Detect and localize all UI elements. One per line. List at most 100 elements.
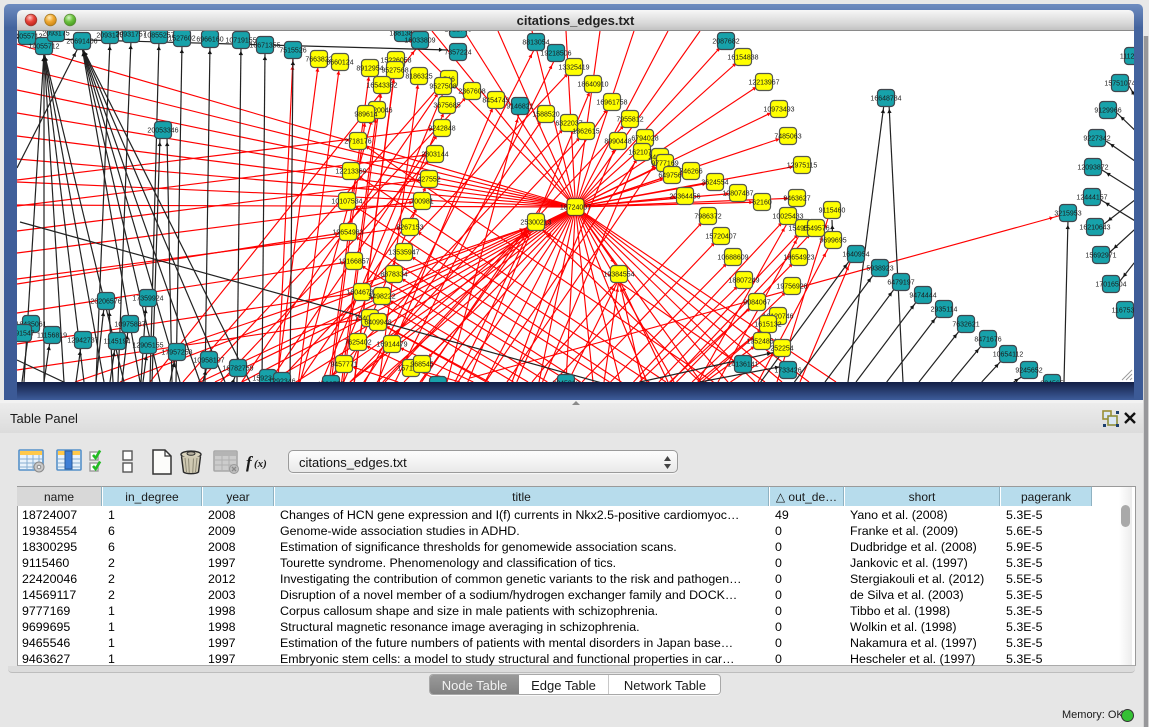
- svg-text:924565: 924565: [1040, 381, 1063, 383]
- svg-text:391547: 391547: [17, 331, 35, 338]
- svg-text:(x): (x): [254, 458, 267, 470]
- svg-text:1362615: 1362615: [572, 129, 599, 136]
- svg-text:7955812: 7955812: [616, 117, 643, 124]
- svg-text:20206576: 20206576: [90, 299, 121, 306]
- svg-text:2935114: 2935114: [931, 307, 958, 314]
- svg-text:10975887: 10975887: [114, 322, 145, 329]
- svg-text:9245012: 9245012: [552, 381, 579, 383]
- svg-text:1733426: 1733426: [774, 368, 801, 375]
- svg-text:18640910: 18640910: [577, 82, 608, 89]
- svg-text:12213967: 12213967: [748, 80, 779, 87]
- svg-text:8267153: 8267153: [396, 225, 423, 232]
- svg-text:8454749: 8454749: [482, 98, 509, 105]
- svg-text:12975115: 12975115: [787, 163, 818, 170]
- svg-text:12213369: 12213369: [335, 169, 366, 176]
- svg-text:1021768: 1021768: [444, 31, 471, 34]
- svg-text:16033809: 16033809: [404, 38, 435, 45]
- svg-text:19166857: 19166857: [338, 259, 369, 266]
- svg-text:25300213: 25300213: [520, 220, 551, 227]
- svg-text:427552: 427552: [417, 177, 440, 184]
- svg-text:7357224: 7357224: [444, 50, 471, 57]
- svg-text:2718176: 2718176: [344, 139, 371, 146]
- svg-text:8186325: 8186325: [405, 74, 432, 81]
- svg-text:20053346: 20053346: [147, 128, 178, 135]
- svg-text:12444157: 12444157: [1076, 195, 1107, 202]
- svg-text:19384554: 19384554: [603, 272, 634, 279]
- svg-text:12093872: 12093872: [1077, 165, 1108, 172]
- svg-text:11156819: 11156819: [37, 333, 67, 340]
- svg-text:10958107: 10958107: [193, 358, 224, 365]
- svg-text:3624554: 3624554: [701, 180, 728, 187]
- svg-text:9115460: 9115460: [819, 208, 846, 215]
- svg-text:20931757: 20931757: [115, 32, 146, 39]
- svg-text:8912954: 8912954: [356, 66, 383, 73]
- svg-text:6966160: 6966160: [196, 37, 223, 44]
- svg-text:1092755: 1092755: [317, 382, 344, 383]
- svg-text:7632621: 7632621: [952, 322, 979, 329]
- svg-text:1588520: 1588520: [532, 112, 559, 119]
- svg-text:968545: 968545: [410, 362, 433, 369]
- svg-text:9699695: 9699695: [819, 238, 846, 245]
- svg-text:5938923: 5938923: [866, 266, 893, 273]
- svg-text:16782759: 16782759: [222, 366, 253, 373]
- svg-text:15751074: 15751074: [1104, 81, 1134, 88]
- svg-text:16154838: 16154838: [727, 55, 758, 62]
- svg-text:15692971: 15692971: [1085, 253, 1116, 260]
- svg-text:8813054: 8813054: [522, 40, 549, 47]
- svg-text:9474444: 9474444: [909, 293, 936, 300]
- svg-text:9463627: 9463627: [783, 196, 810, 203]
- svg-text:16961758: 16961758: [596, 100, 627, 107]
- svg-text:9245652: 9245652: [1015, 368, 1042, 375]
- svg-text:f: f: [246, 453, 254, 472]
- svg-text:14136141: 14136141: [727, 362, 758, 369]
- svg-text:13535947: 13535947: [388, 250, 419, 257]
- svg-text:15720407: 15720407: [705, 234, 736, 241]
- svg-text:17359924: 17359924: [132, 296, 163, 303]
- svg-text:1615132: 1615132: [754, 322, 781, 329]
- svg-text:9129966: 9129966: [1094, 108, 1121, 115]
- svg-text:2087682: 2087682: [712, 39, 739, 46]
- svg-text:9527508: 9527508: [429, 84, 456, 91]
- svg-text:1145194: 1145194: [104, 339, 131, 346]
- svg-text:16914479: 16914479: [376, 342, 407, 349]
- svg-text:1640954: 1640954: [842, 252, 869, 259]
- svg-text:8660124: 8660124: [326, 60, 353, 67]
- svg-text:746266: 746266: [679, 169, 702, 176]
- svg-text:62160: 62160: [752, 200, 772, 207]
- svg-text:17016504: 17016504: [1095, 282, 1126, 289]
- svg-text:10671355: 10671355: [249, 43, 280, 50]
- svg-text:18807249: 18807249: [728, 278, 759, 285]
- svg-text:16648784: 16648784: [870, 96, 901, 103]
- svg-text:18724007: 18724007: [560, 205, 591, 212]
- svg-text:9227342: 9227342: [1083, 136, 1110, 143]
- svg-text:20364456: 20364456: [669, 194, 700, 201]
- svg-text:10807487: 10807487: [722, 191, 753, 198]
- svg-text:7515526: 7515526: [279, 48, 306, 55]
- svg-text:9242848: 9242848: [428, 126, 455, 133]
- svg-text:17957253: 17957253: [161, 350, 192, 357]
- svg-text:10654112: 10654112: [993, 352, 1024, 359]
- svg-text:12942737: 12942737: [67, 338, 98, 345]
- svg-text:16543362: 16543362: [366, 83, 397, 90]
- svg-text:9457771: 9457771: [330, 362, 357, 369]
- svg-text:10688609: 10688609: [717, 255, 748, 262]
- svg-text:3675685: 3675685: [433, 103, 460, 110]
- svg-text:252254: 252254: [770, 346, 793, 353]
- svg-text:1112842: 1112842: [1120, 54, 1134, 61]
- svg-text:8471676: 8471676: [974, 337, 1001, 344]
- svg-text:19654923: 19654923: [783, 255, 814, 262]
- svg-text:16210643: 16210643: [1079, 225, 1110, 232]
- svg-text:1527602: 1527602: [168, 36, 195, 43]
- svg-text:1292346: 1292346: [268, 379, 295, 383]
- svg-text:9084067: 9084067: [743, 300, 770, 307]
- svg-text:19756928: 19756928: [776, 284, 807, 291]
- svg-text:989614: 989614: [354, 112, 377, 119]
- svg-text:5498222: 5498222: [368, 294, 395, 301]
- svg-text:1167533: 1167533: [1112, 308, 1134, 315]
- svg-text:9146821: 9146821: [506, 104, 533, 111]
- svg-text:2367608: 2367608: [458, 89, 485, 96]
- svg-text:6479197: 6479197: [887, 280, 914, 287]
- svg-text:2803144: 2803144: [421, 152, 448, 159]
- svg-text:10973493: 10973493: [763, 107, 794, 114]
- svg-text:8990448: 8990448: [604, 139, 631, 146]
